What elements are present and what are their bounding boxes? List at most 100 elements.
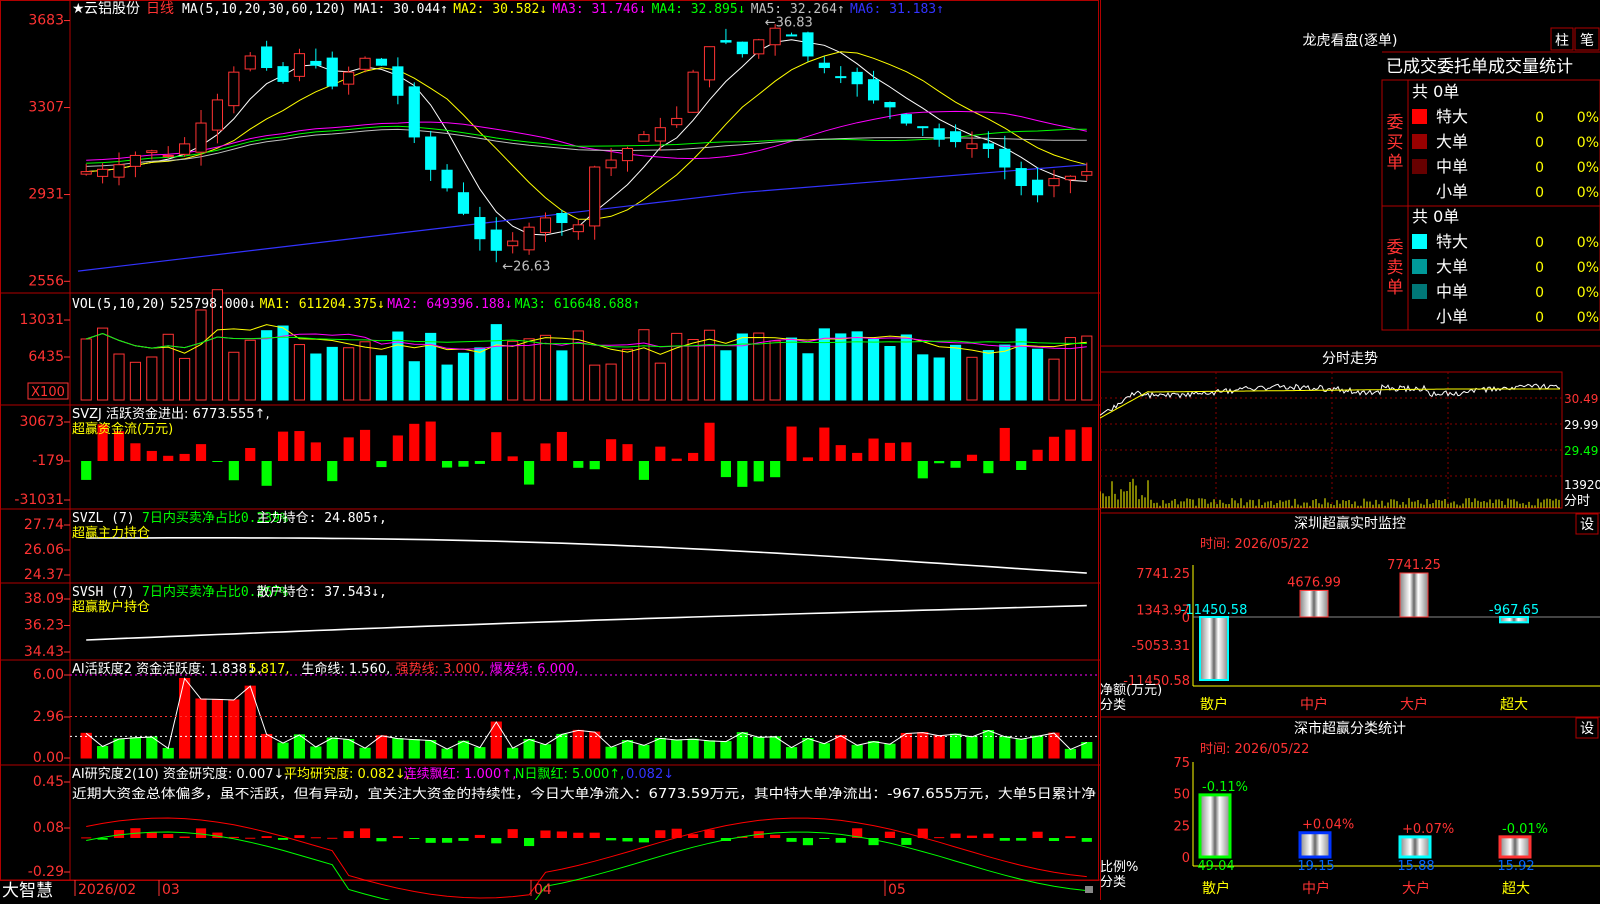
buy-color-swatch bbox=[1412, 109, 1427, 124]
activity-bar bbox=[999, 736, 1011, 759]
volume-bar bbox=[244, 339, 256, 401]
activity-bar bbox=[884, 743, 896, 759]
candle bbox=[933, 123, 945, 147]
ai2-value: 连续飘红: 1.000↑, bbox=[404, 766, 517, 782]
sz-bar-value: -967.65 bbox=[1489, 603, 1539, 618]
candle-body bbox=[1064, 175, 1076, 181]
candle bbox=[179, 137, 191, 157]
activity-bar bbox=[802, 738, 814, 759]
svsh-line bbox=[86, 604, 1087, 641]
sc-tick-label: 0 bbox=[1182, 851, 1190, 866]
candle-body bbox=[556, 213, 568, 224]
ai1-value: 爆发线: 6.000, bbox=[490, 661, 579, 677]
fund-flow-bar bbox=[573, 461, 584, 468]
vol-value: 525798.000↓ bbox=[170, 297, 256, 312]
sell-total: 共 0单 bbox=[1412, 207, 1459, 226]
candle-body bbox=[244, 55, 256, 70]
candle bbox=[293, 48, 306, 82]
favorite-star-icon[interactable]: ★ bbox=[72, 1, 85, 17]
vertical-char: 单 bbox=[1387, 153, 1404, 173]
candle-body bbox=[310, 60, 322, 66]
candle bbox=[999, 135, 1011, 180]
buy-row-pct: 0% bbox=[1577, 135, 1599, 151]
fund-flow-bar bbox=[655, 446, 666, 461]
volume-bar bbox=[671, 332, 683, 401]
activity-bar bbox=[113, 738, 125, 759]
low-mark: ←26.63 bbox=[502, 260, 550, 275]
candle-body bbox=[687, 71, 699, 113]
candle bbox=[162, 146, 174, 158]
candle bbox=[818, 56, 830, 74]
candle-body bbox=[228, 71, 240, 107]
volume-bar bbox=[1015, 328, 1027, 401]
candle-body bbox=[1032, 179, 1044, 196]
candle bbox=[474, 206, 486, 251]
activity-bar bbox=[162, 747, 174, 759]
high-mark: ←36.83 bbox=[765, 16, 813, 31]
candle-body bbox=[326, 57, 338, 87]
candle-body bbox=[490, 229, 502, 251]
candle bbox=[720, 28, 732, 45]
candle-body bbox=[818, 62, 830, 69]
activity-bar bbox=[195, 698, 207, 759]
candle-body bbox=[851, 71, 863, 85]
volume-bar bbox=[425, 332, 437, 401]
research-bar bbox=[491, 838, 502, 844]
ai1-value: 5.817, bbox=[248, 662, 289, 677]
candle-body bbox=[179, 143, 191, 155]
svsh-tick-label: 36.23 bbox=[24, 618, 64, 634]
candle-body bbox=[703, 46, 716, 81]
volume-bar bbox=[802, 353, 814, 401]
stock-chart[interactable]: 3683 3307 2931 2556 ←36.83 ←26.63 ★ 云铝股份 日线 MA(5,… bbox=[0, 0, 1100, 904]
fund-flow-bar bbox=[1016, 461, 1027, 470]
fund-flow-bar bbox=[606, 439, 617, 461]
sz-tick-label: -5053.31 bbox=[1132, 639, 1190, 654]
candle-body bbox=[835, 76, 847, 79]
date-label: 2026/02 bbox=[78, 882, 136, 898]
candle-body bbox=[949, 131, 962, 143]
fund-flow-bar bbox=[737, 461, 748, 487]
volume-bar bbox=[146, 356, 158, 401]
fund-flow-bar bbox=[146, 450, 157, 461]
volume-bar bbox=[359, 341, 371, 401]
research-bar bbox=[1048, 838, 1060, 842]
candle bbox=[556, 209, 568, 236]
candle bbox=[802, 31, 814, 62]
activity-bar bbox=[228, 699, 240, 759]
buy-row-name: 小单 bbox=[1436, 182, 1468, 201]
sc-cat-label: 分类 bbox=[1100, 875, 1126, 890]
buy-color-swatch bbox=[1412, 134, 1427, 149]
fund-flow-bar bbox=[130, 443, 141, 461]
buy-color-swatch bbox=[1412, 159, 1427, 174]
research-bar bbox=[999, 838, 1010, 841]
ai2-value: 平均研究度: 0.082↓, bbox=[284, 766, 410, 782]
fund-flow-bar bbox=[163, 455, 174, 461]
candle-body bbox=[982, 143, 994, 149]
lock-icon[interactable] bbox=[1085, 886, 1093, 893]
svsh-tick-label: 38.09 bbox=[24, 591, 64, 607]
fund-flow-bar bbox=[556, 431, 567, 461]
period-label[interactable]: 日线 bbox=[146, 1, 174, 17]
candle-body bbox=[999, 148, 1011, 168]
volume-bar bbox=[884, 345, 896, 401]
candle-body bbox=[211, 99, 224, 131]
research-bar bbox=[622, 838, 633, 842]
research-bar bbox=[704, 829, 715, 838]
candle-body bbox=[1048, 178, 1060, 187]
main-chart-area[interactable]: 3683 3307 2931 2556 ←36.83 ←26.63 ★ 云铝股份 日线 MA(5,… bbox=[0, 0, 1100, 904]
fund-flow-bar bbox=[376, 461, 387, 468]
candle-body bbox=[867, 79, 880, 101]
fund-flow-bar bbox=[753, 461, 764, 482]
volume-bar bbox=[982, 350, 994, 401]
research-bar bbox=[573, 832, 584, 838]
candle bbox=[949, 124, 962, 148]
sell-color-swatch bbox=[1412, 259, 1427, 274]
candle-body bbox=[572, 224, 584, 233]
activity-bar bbox=[720, 741, 732, 759]
candle-body bbox=[589, 166, 601, 227]
vol-tick-label: 13031 bbox=[19, 312, 64, 328]
price-tick-label: 3307 bbox=[28, 100, 64, 116]
activity-bar bbox=[671, 739, 683, 759]
candle bbox=[1064, 175, 1076, 194]
research-bar bbox=[425, 838, 436, 843]
